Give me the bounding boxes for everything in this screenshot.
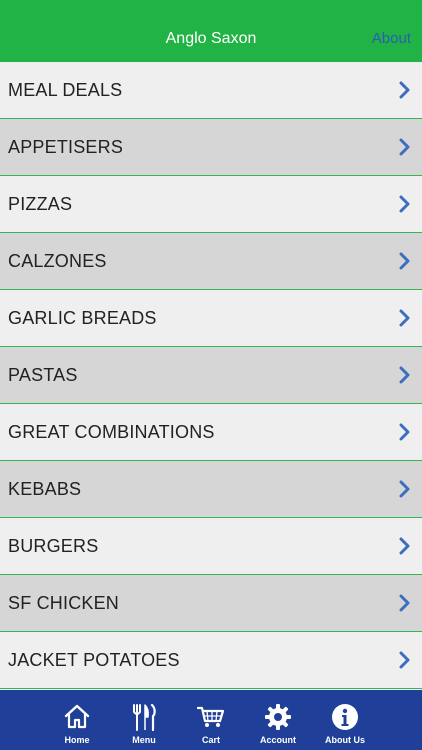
category-row-meal-deals[interactable]: MEAL DEALS	[0, 62, 422, 119]
tab-cart[interactable]: Cart	[176, 690, 246, 750]
category-label: PASTAS	[8, 364, 78, 385]
nav-header: Anglo Saxon About	[0, 0, 422, 62]
category-label: GARLIC BREADS	[8, 307, 157, 328]
chevron-right-icon	[399, 651, 410, 669]
category-label: SF CHICKEN	[8, 592, 120, 613]
chevron-right-icon	[399, 423, 410, 441]
tab-home[interactable]: Home	[42, 690, 112, 750]
gear-icon	[265, 704, 291, 730]
tab-label: Cart	[201, 735, 220, 745]
menu-category-list: MEAL DEALS APPETISERS PIZZAS CALZONES GA…	[0, 62, 422, 689]
chevron-right-icon	[399, 81, 410, 99]
category-row-kebabs[interactable]: KEBABS	[0, 461, 422, 518]
tab-label: Home	[64, 735, 90, 745]
info-icon	[332, 704, 358, 730]
chevron-right-icon	[399, 138, 410, 156]
home-icon	[64, 704, 90, 729]
chevron-right-icon	[399, 252, 410, 270]
cart-icon	[197, 706, 225, 727]
tab-account[interactable]: Account	[243, 690, 313, 750]
category-label: KEBABS	[8, 478, 82, 499]
category-label: APPETISERS	[8, 136, 124, 157]
category-label: PIZZAS	[8, 193, 73, 214]
chevron-right-icon	[399, 366, 410, 384]
chevron-right-icon	[399, 480, 410, 498]
tab-menu[interactable]: Menu	[109, 690, 179, 750]
category-row-pastas[interactable]: PASTAS	[0, 347, 422, 404]
category-label: CALZONES	[8, 250, 107, 271]
category-label: JACKET POTATOES	[8, 649, 180, 670]
category-row-appetisers[interactable]: APPETISERS	[0, 119, 422, 176]
chevron-right-icon	[399, 195, 410, 213]
category-row-jacket-potatoes[interactable]: JACKET POTATOES	[0, 632, 422, 689]
category-row-burgers[interactable]: BURGERS	[0, 518, 422, 575]
category-label: BURGERS	[8, 535, 99, 556]
tab-label: About Us	[325, 735, 365, 745]
category-label: GREAT COMBINATIONS	[8, 421, 215, 442]
chevron-right-icon	[399, 594, 410, 612]
about-link[interactable]: About	[372, 30, 411, 47]
chevron-right-icon	[399, 537, 410, 555]
category-row-pizzas[interactable]: PIZZAS	[0, 176, 422, 233]
tab-label: Account	[260, 735, 296, 745]
cutlery-icon	[133, 703, 156, 731]
tab-about-us[interactable]: About Us	[310, 690, 380, 750]
category-row-great-combinations[interactable]: GREAT COMBINATIONS	[0, 404, 422, 461]
category-row-calzones[interactable]: CALZONES	[0, 233, 422, 290]
page-title: Anglo Saxon	[165, 30, 257, 47]
chevron-right-icon	[399, 309, 410, 327]
category-row-garlic-breads[interactable]: GARLIC BREADS	[0, 290, 422, 347]
category-row-sf-chicken[interactable]: SF CHICKEN	[0, 575, 422, 632]
tab-label: Menu	[132, 735, 156, 745]
bottom-tab-bar: Home Menu Cart Account About Us	[0, 690, 422, 750]
category-label: MEAL DEALS	[8, 79, 123, 100]
